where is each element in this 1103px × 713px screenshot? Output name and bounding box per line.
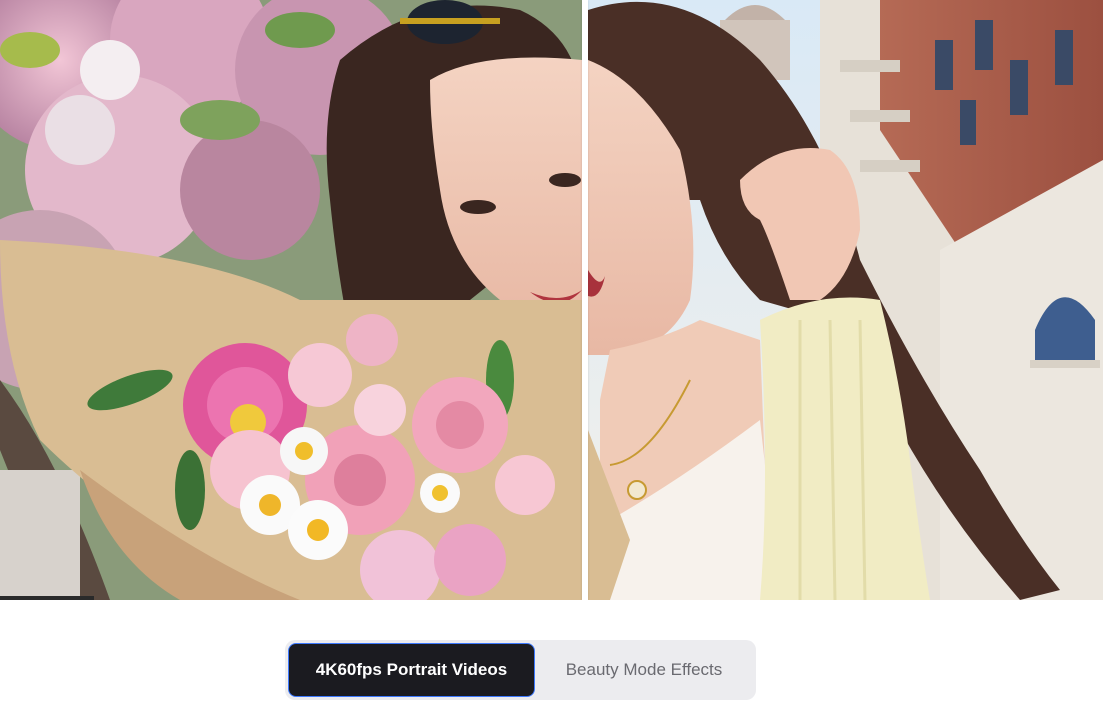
tab-4k60fps-portrait-videos[interactable]: 4K60fps Portrait Videos: [288, 643, 535, 697]
left-half-photo: [0, 0, 583, 600]
comparison-photo: [0, 0, 1103, 600]
mode-toggle: 4K60fps Portrait Videos Beauty Mode Effe…: [285, 640, 756, 700]
comparison-image: [0, 0, 1103, 600]
tab-beauty-mode-effects[interactable]: Beauty Mode Effects: [535, 643, 753, 697]
progress-indicator: [0, 596, 94, 600]
right-half-photo: [588, 0, 1103, 600]
comparison-slider-handle[interactable]: [582, 0, 588, 600]
